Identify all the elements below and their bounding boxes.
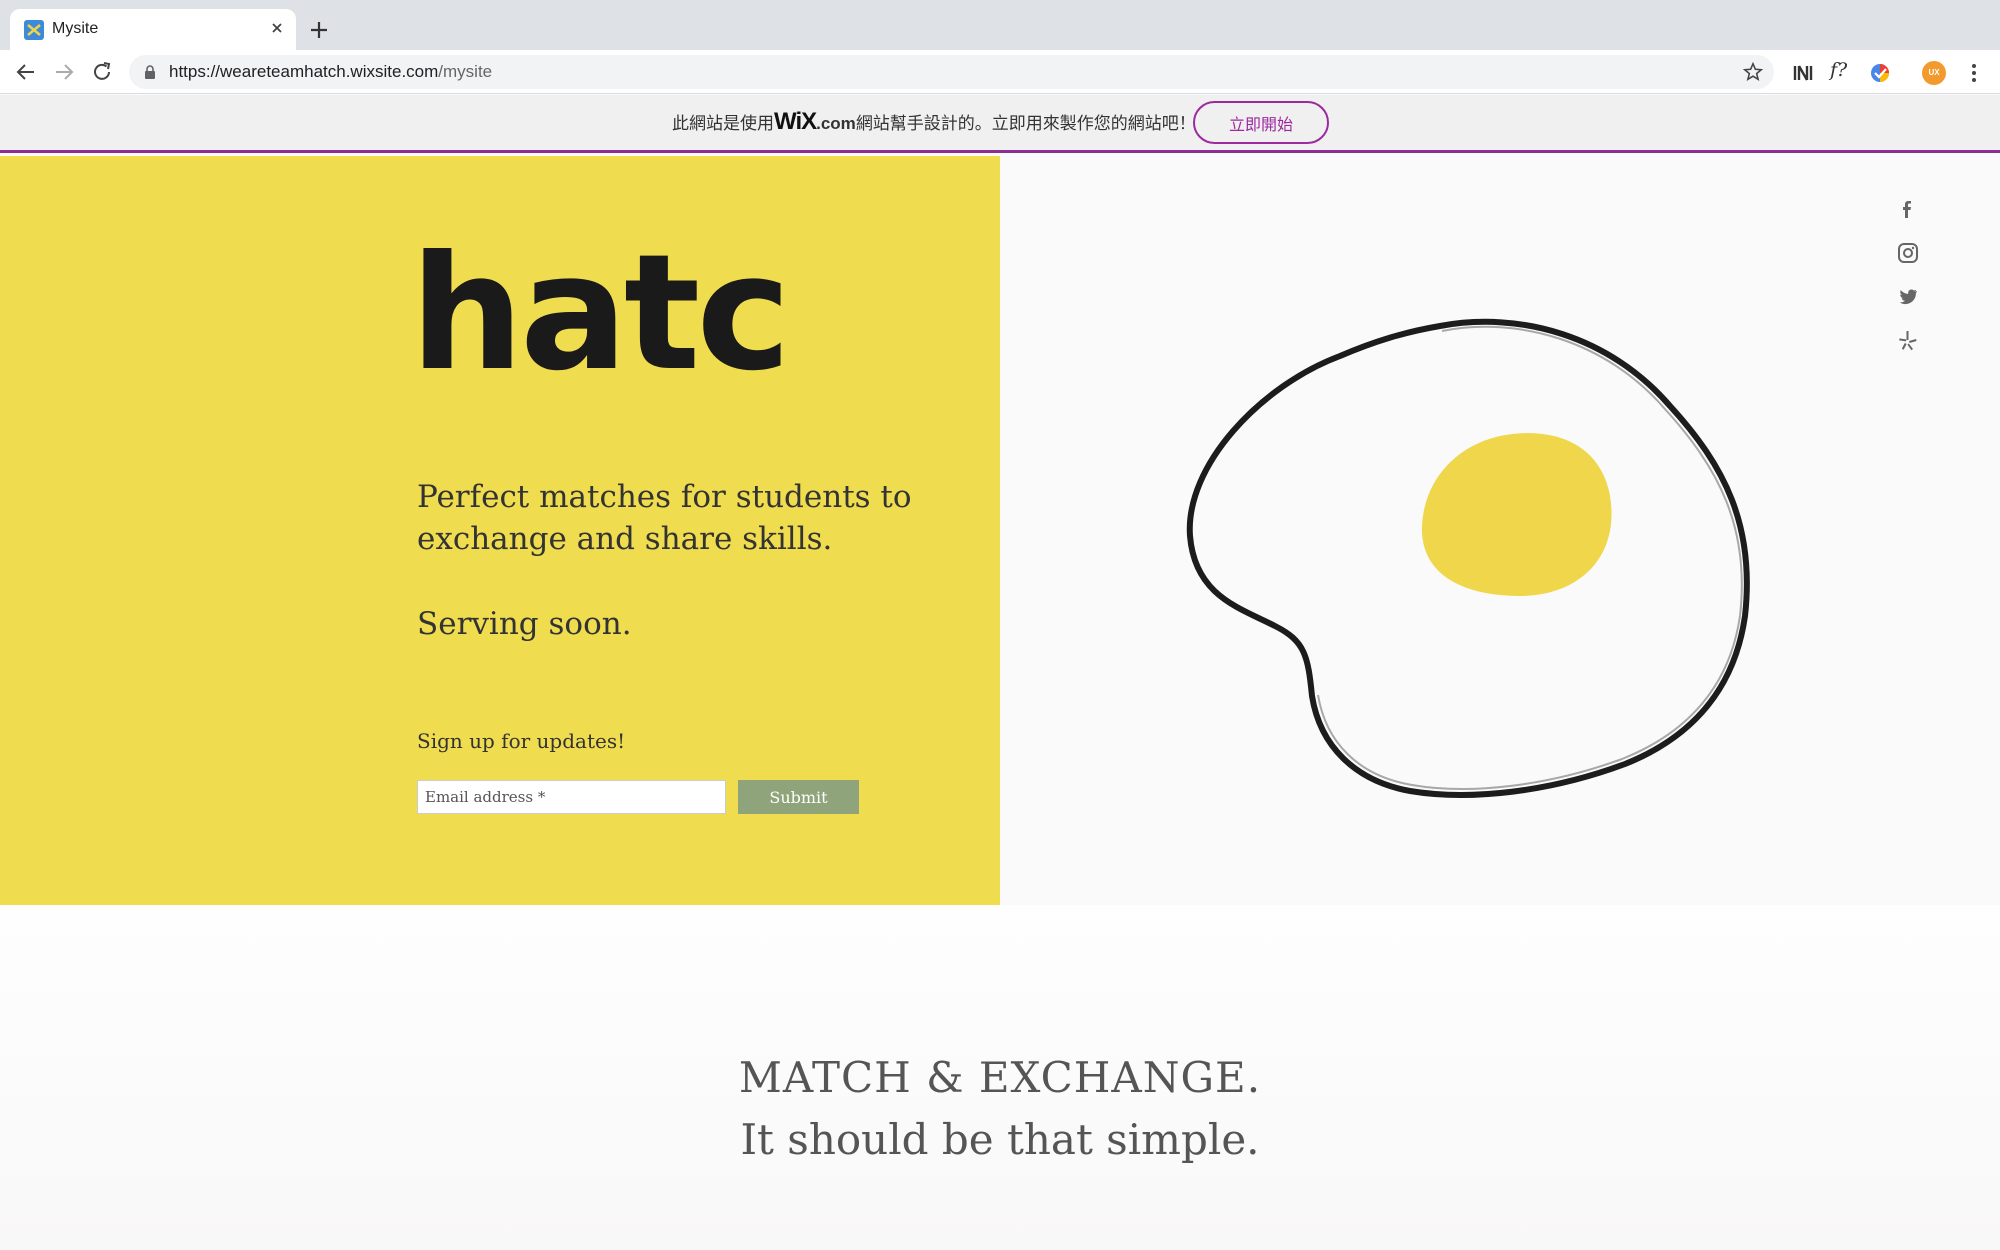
fried-egg-illustration <box>1186 318 1750 798</box>
instagram-icon[interactable] <box>1895 240 1921 266</box>
hero-right-panel <box>1000 156 2000 905</box>
close-tab-icon[interactable] <box>266 17 288 39</box>
signup-title: Sign up for updates! <box>417 729 626 753</box>
extension-color-icon[interactable] <box>1868 61 1892 85</box>
new-tab-icon[interactable] <box>306 17 332 43</box>
submit-button[interactable]: Submit <box>738 780 859 814</box>
tab-strip: Mysite <box>0 0 2000 50</box>
twitter-icon[interactable] <box>1895 284 1921 310</box>
wix-promo-banner: 此網站是使用WiX.com網站幫手設計的。立即用來製作您的網站吧！ 立即開始 <box>0 95 2000 153</box>
wix-favicon-icon <box>24 20 44 40</box>
start-now-button[interactable]: 立即開始 <box>1193 101 1329 144</box>
facebook-icon[interactable] <box>1895 196 1921 222</box>
serving-soon-text: Serving soon. <box>417 606 632 642</box>
browser-toolbar: https://weareteamhatch.wixsite.com/mysit… <box>0 50 2000 94</box>
hatch-logo: hatch <box>410 248 800 406</box>
bookmark-star-icon[interactable] <box>1742 61 1764 83</box>
section-subheading: It should be that simple. <box>740 1115 1260 1164</box>
email-input[interactable] <box>417 780 726 814</box>
address-bar[interactable]: https://weareteamhatch.wixsite.com/mysit… <box>129 55 1774 89</box>
hero-left-panel: hatch Perfect matches for students to ex… <box>0 156 1000 905</box>
section-heading: MATCH & EXCHANGE. <box>738 1053 1262 1102</box>
url-text: https://weareteamhatch.wixsite.com/mysit… <box>169 62 493 81</box>
forward-arrow-icon[interactable] <box>52 60 76 84</box>
match-exchange-section: MATCH & EXCHANGE. It should be that simp… <box>0 905 2000 1250</box>
back-arrow-icon[interactable] <box>14 60 38 84</box>
tab-title: Mysite <box>52 20 99 37</box>
yelp-icon[interactable] <box>1895 328 1921 354</box>
browser-menu-icon[interactable] <box>1962 61 1986 85</box>
reload-icon[interactable] <box>90 60 114 84</box>
svg-text:hatch: hatch <box>410 248 800 406</box>
lock-icon <box>145 65 155 79</box>
browser-tab[interactable]: Mysite <box>10 9 296 50</box>
hero-tagline: Perfect matches for students to exchange… <box>417 479 912 557</box>
wix-banner-text: 此網站是使用WiX.com網站幫手設計的。立即用來製作您的網站吧！ <box>672 108 1196 135</box>
wix-logo: WiX <box>774 108 817 135</box>
extension-in-icon[interactable] <box>1791 61 1815 85</box>
profile-avatar[interactable]: UX <box>1922 61 1946 85</box>
extension-font-icon[interactable]: f? <box>1830 59 1847 81</box>
